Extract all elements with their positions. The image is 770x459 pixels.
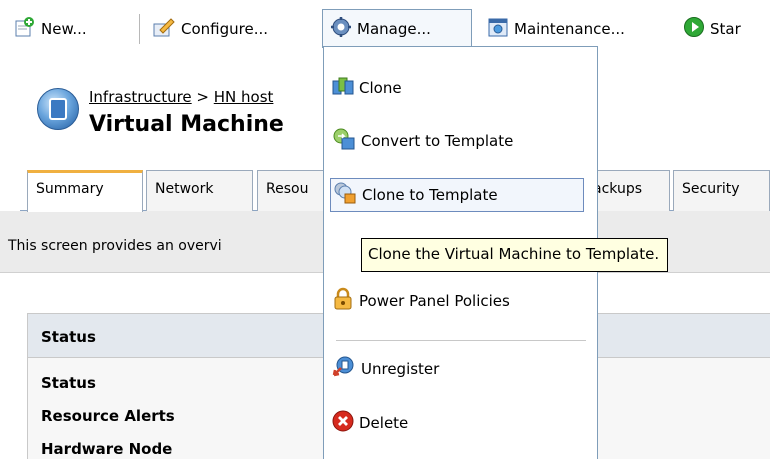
- configure-icon: [152, 16, 176, 42]
- maintenance-label: Maintenance...: [514, 20, 625, 38]
- tab-backups[interactable]: ackups: [590, 170, 670, 211]
- configure-button[interactable]: Configure...: [152, 12, 268, 46]
- maintenance-icon: [487, 16, 509, 42]
- new-button[interactable]: New...: [14, 12, 87, 46]
- clone-icon: [332, 75, 354, 101]
- tab-network[interactable]: Network: [146, 170, 253, 211]
- breadcrumb-separator: >: [191, 88, 214, 106]
- menu-item-label: Clone: [359, 79, 402, 97]
- menu-item-clone[interactable]: Clone: [332, 71, 402, 105]
- menu-separator: [336, 340, 586, 341]
- menu-item-label: Delete: [359, 414, 409, 432]
- status-row-label: Status: [41, 374, 96, 392]
- menu-item-delete[interactable]: Delete: [332, 406, 408, 440]
- tab-security[interactable]: Security: [673, 170, 770, 211]
- unregister-icon: [332, 355, 356, 383]
- gear-icon: [330, 16, 352, 42]
- delete-icon: [332, 410, 354, 436]
- manage-label: Manage...: [357, 20, 431, 38]
- start-button[interactable]: Star: [683, 12, 741, 46]
- start-icon: [683, 16, 705, 42]
- tab-summary[interactable]: Summary: [27, 170, 143, 212]
- maintenance-button[interactable]: Maintenance...: [487, 12, 625, 46]
- hardware-node-label: Hardware Node: [41, 440, 173, 458]
- breadcrumb-host-link[interactable]: HN host: [214, 88, 274, 106]
- tab-resources[interactable]: Resou: [257, 170, 327, 211]
- menu-item-clone-to-template[interactable]: Clone to Template: [330, 178, 584, 212]
- menu-item-label: Power Panel Policies: [359, 292, 510, 310]
- virtual-machine-icon: [37, 88, 79, 130]
- tooltip: Clone the Virtual Machine to Template.: [361, 238, 669, 272]
- clone-template-icon: [333, 181, 357, 209]
- toolbar-separator: [139, 14, 140, 44]
- intro-text: This screen provides an overvi: [8, 238, 222, 254]
- new-page-icon: [14, 16, 36, 42]
- new-label: New...: [41, 20, 87, 38]
- menu-item-label: Convert to Template: [361, 132, 514, 150]
- configure-label: Configure...: [181, 20, 269, 38]
- breadcrumb-infrastructure-link[interactable]: Infrastructure: [89, 88, 192, 106]
- breadcrumb: Infrastructure > HN host: [89, 88, 273, 106]
- menu-item-convert-to-template[interactable]: Convert to Template: [332, 124, 513, 158]
- convert-template-icon: [332, 127, 356, 155]
- start-label: Star: [710, 20, 741, 38]
- menu-item-unregister[interactable]: Unregister: [332, 352, 439, 386]
- menu-item-power-panel-policies[interactable]: Power Panel Policies: [332, 284, 510, 318]
- lock-icon: [332, 287, 354, 315]
- menu-item-label: Clone to Template: [362, 186, 498, 204]
- resource-alerts-label: Resource Alerts: [41, 407, 175, 425]
- page-title: Virtual Machine: [89, 112, 284, 137]
- menu-item-label: Unregister: [361, 360, 440, 378]
- manage-button[interactable]: Manage...: [330, 12, 431, 46]
